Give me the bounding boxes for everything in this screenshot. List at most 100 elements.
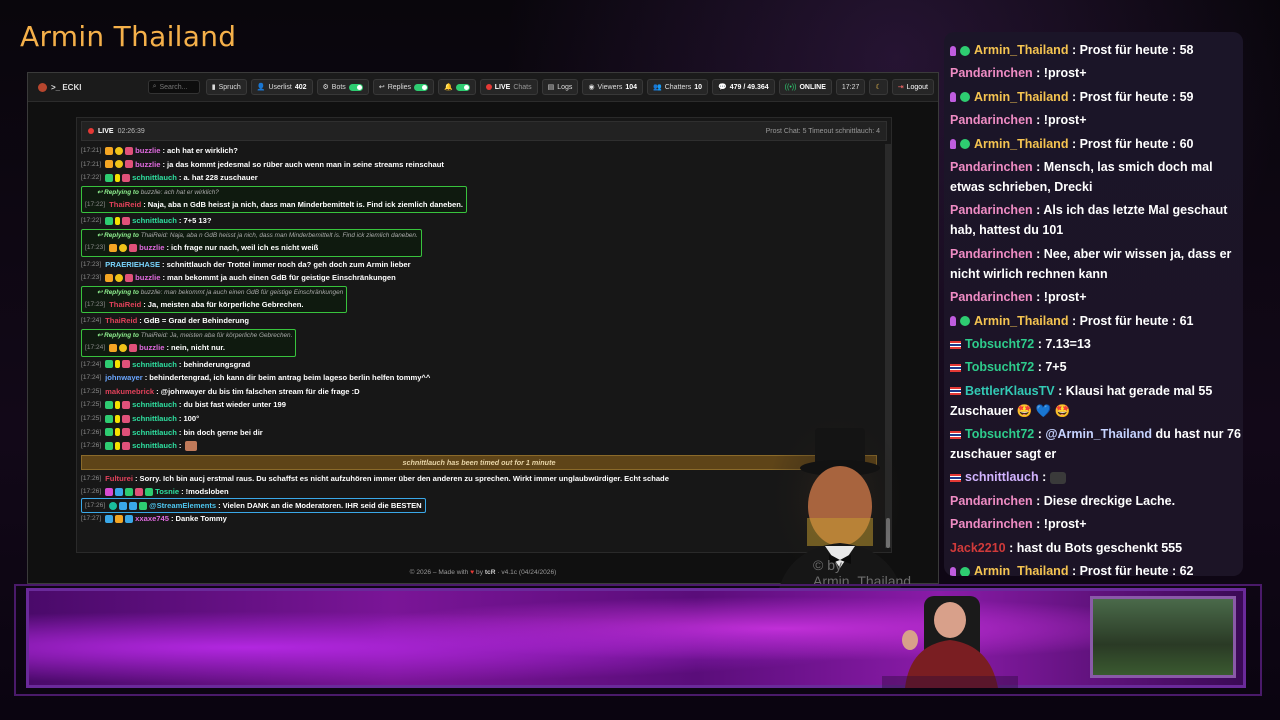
chat-header: LIVE 02:26:39 Prost Chat: 5 Timeout schn… [81,121,887,141]
live-chats-button[interactable]: LIVE Chats [479,79,538,95]
bots-switch[interactable] [348,83,363,91]
message-username[interactable]: PRAERIEHASE [105,258,160,272]
message-username[interactable]: ThaiReid [109,298,141,312]
logs-label: Logs [557,83,573,91]
viewers-label: Viewers [597,83,623,91]
message-text: ja das kommt jedesmal so rüber auch wenn… [167,159,444,169]
overlay-chat-separator: : [1068,313,1080,328]
theme-toggle[interactable]: ☾ [869,79,888,95]
reply-quote: ThaiReid: Naja, aba n GdB heisst ja nich… [140,231,418,239]
message-timestamp: [17:24] [81,317,102,325]
sub-badge-icon [125,273,134,282]
message-username[interactable]: ThaiReid [109,198,141,212]
users-icon: 👥 [653,84,662,91]
message-username[interactable]: schnittlauch [132,426,177,440]
overlay-chat-separator: : [1032,493,1044,508]
message-username[interactable]: schnittlauch [132,398,177,412]
microphone-icon [950,566,956,576]
message-separator: : [144,373,148,383]
replies-toggle[interactable]: ↩ Replies [372,79,435,95]
message-separator: : [178,441,182,451]
brand[interactable]: >_ ECKI [38,82,148,92]
top-navbar: >_ ECKI ⌕ Search... ▮ Spruch 👤 Userlist … [28,73,938,102]
crown-badge-icon [115,515,124,524]
reply-reference: ↩ Replying to buzzlie: man bekommt ja au… [85,288,343,298]
overlay-chat-username: Pandarinchen [950,159,1033,174]
chatters-count: 10 [694,83,702,91]
message-username[interactable]: schnittlauch [132,358,177,372]
message-separator: : [178,359,182,369]
app-footer: © 2026 – Made with ♥ by tcR · v4.1c (04/… [28,569,938,576]
message-username[interactable]: buzzlie [139,341,164,355]
userlist-button[interactable]: 👤 Userlist 402 [250,79,313,95]
chats-label: Chats [513,83,532,91]
userlist-count: 402 [294,83,307,91]
signal-icon: ((•)) [784,83,797,91]
message-username[interactable]: Tosnie [155,485,179,499]
blue-badge-icon [115,488,124,497]
message-username[interactable]: xxaxe745 [135,512,169,526]
message-text: schnittlauch der Trottel immer noch da? … [166,259,411,269]
message-username[interactable]: @StreamElements [149,499,216,513]
thai-flag-icon [950,474,961,483]
overlay-chat-box: Armin_Thailand : Prost für heute : 58 Pan… [944,32,1243,576]
overlay-chat-message: schnittlauch : [950,467,1243,487]
replies-switch[interactable] [414,83,429,91]
message-username[interactable]: ThaiReid [105,314,137,328]
sound-toggle[interactable]: 🔔 [438,79,476,95]
overlay-chat-message: Pandarinchen : Nee, aber wir wissen ja, … [950,244,1243,284]
message-username[interactable]: schnittlauch [132,214,177,228]
message-text: a. hat 228 zuschauer [183,173,258,183]
message-timestamp: [17:22] [81,217,102,225]
sound-switch[interactable] [455,83,470,91]
message-separator: : [178,427,182,437]
chat-message: [17:25] makumebrick: @johnwayer du bis tim… [81,385,877,399]
spruch-button[interactable]: ▮ Spruch [205,79,247,95]
messages-stat[interactable]: 💬 479 / 49.364 [712,79,775,95]
chat-stats: Prost Chat: 5 Timeout schnittlauch: 4 [765,127,880,135]
overlay-chat-separator: : [1068,43,1080,57]
bots-toggle[interactable]: ⚙ Bots [316,79,369,95]
message-username[interactable]: schnittlauch [132,412,177,426]
message-username[interactable]: schnittlauch [132,171,177,185]
viewers-stat[interactable]: ◉ Viewers 104 [582,79,644,95]
chatters-stat[interactable]: 👥 Chatters 10 [647,79,708,95]
footer-author[interactable]: tcR [485,569,496,576]
chat-message-list[interactable]: [17:21] buzzlie: ach hat er wirklich? [17:2… [81,144,877,548]
overlay-chat-message: BettlerKlausTV : Klausi hat gerade mal 5… [950,381,1243,421]
overlay-chat-message: Pandarinchen : !prost+ [950,110,1243,130]
message-text: 7+5 13? [183,216,212,226]
sub-badge-icon [129,243,138,252]
message-username[interactable]: johnwayer [105,371,143,385]
sub-badge-icon [122,217,131,226]
sub-badge-icon [122,360,131,369]
search-input[interactable]: ⌕ Search... [147,80,200,94]
logs-button[interactable]: ▤ Logs [541,79,579,95]
message-username[interactable]: Fulturei [105,472,133,486]
message-username[interactable]: buzzlie [135,158,160,172]
chat-message: [17:26] @StreamElements: Vielen DANK an di… [81,497,877,514]
message-text: behinderungsgrad [183,359,251,369]
bots-label: Bots [331,83,346,91]
message-username[interactable]: buzzlie [135,271,160,285]
message-username[interactable]: buzzlie [135,144,160,158]
sub-badge-icon [122,441,131,450]
online-status: ((•)) ONLINE [778,79,832,95]
overlay-chat-message: Pandarinchen : Als ich das letzte Mal ge… [950,200,1243,240]
reply-icon: ↩ Replying to [97,231,141,239]
message-username[interactable]: buzzlie [139,241,164,255]
clock: 17:27 [835,79,866,95]
reply-reference: ↩ Replying to buzzlie: ach hat er wirkli… [85,188,463,198]
overlay-chat-username: Pandarinchen [950,203,1033,218]
logout-button[interactable]: ⇥ Logout [891,79,934,95]
blue-badge-icon [105,515,114,524]
chat-message: [17:22] schnittlauch:7+5 13? [81,214,877,228]
message-username[interactable]: schnittlauch [132,439,177,453]
message-timestamp: [17:26] [85,501,106,509]
overlay-chat-text: 7.13=13 [1045,336,1091,351]
sub-badge-icon [122,173,131,182]
overlay-chat-username: Armin_Thailand [974,43,1069,57]
message-username[interactable]: makumebrick [105,385,154,399]
message-separator: : [178,400,182,410]
eye-icon: ◉ [588,84,595,91]
